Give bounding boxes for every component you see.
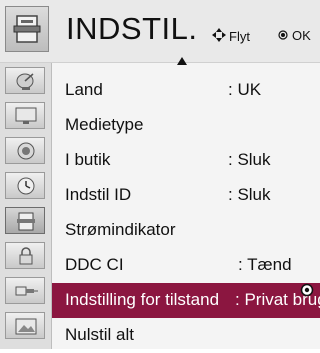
toolbox-icon[interactable] [5, 207, 45, 234]
menu-item-value: : Sluk [228, 185, 271, 204]
menu-item-label: Indstilling for tilstand [65, 290, 220, 309]
menu-item-stromindikator[interactable]: Strømindikator [52, 213, 320, 248]
pointer-cursor-icon [300, 283, 314, 302]
ok-hint-label: OK [292, 28, 311, 43]
menu-item-label: Indstil ID [65, 185, 132, 204]
menu-item-value: : UK [228, 80, 262, 99]
settings-osd: INDSTIL. Flyt OK Land: UK Medietype I b… [0, 0, 320, 349]
ok-dot-icon [278, 28, 288, 43]
speaker-icon[interactable] [5, 137, 45, 164]
lock-icon[interactable] [5, 242, 45, 269]
menu-item-ddc-ci[interactable]: DDC CI : Tænd [52, 248, 320, 283]
move-hint-label: Flyt [229, 29, 250, 44]
menu-item-nulstil-alt[interactable]: Nulstil alt [52, 318, 320, 353]
menu-item-label: Nulstil alt [65, 325, 134, 344]
input-plug-icon[interactable] [5, 277, 45, 304]
category-sidebar [0, 63, 52, 349]
four-way-arrow-icon [212, 28, 226, 45]
satellite-dish-icon[interactable] [5, 67, 45, 94]
menu-item-medietype[interactable]: Medietype [52, 108, 320, 143]
menu-item-value: : Tænd [238, 255, 292, 274]
clock-icon[interactable] [5, 172, 45, 199]
menu-item-label: Land [65, 80, 103, 99]
menu-item-land[interactable]: Land : UK [52, 73, 320, 108]
ok-hint: OK [278, 28, 311, 43]
move-hint: Flyt [212, 28, 250, 45]
tv-screen-icon[interactable] [5, 102, 45, 129]
toolbox-icon [5, 6, 49, 52]
menu-item-label: Strømindikator [65, 220, 176, 239]
menu-item-label: DDC CI [65, 255, 124, 274]
photo-icon[interactable] [5, 312, 45, 339]
menu-item-label: I butik [65, 150, 111, 169]
menu-item-i-butik[interactable]: I butik : Sluk [52, 143, 320, 178]
scroll-up-arrow-icon[interactable] [177, 57, 187, 65]
osd-header: INDSTIL. Flyt OK [0, 0, 320, 63]
menu-item-value: : Sluk [228, 150, 271, 169]
menu-item-label: Medietype [65, 115, 144, 134]
menu-item-indstil-id[interactable]: Indstil ID : Sluk [52, 178, 320, 213]
page-title: INDSTIL. [66, 11, 198, 46]
menu-item-indstilling-for-tilstand[interactable]: Indstilling for tilstand : Privat brug [52, 283, 320, 318]
settings-menu: Land : UK Medietype I butik : Sluk Indst… [52, 57, 320, 349]
